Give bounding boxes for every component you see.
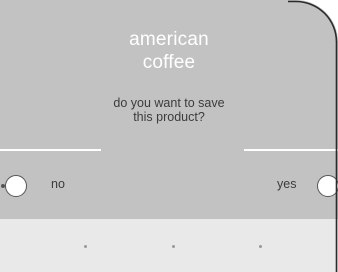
no-button[interactable]: no <box>0 172 110 200</box>
page-dot-icon[interactable] <box>259 245 262 248</box>
yes-button[interactable]: yes <box>228 172 338 200</box>
page-dot-icon[interactable] <box>84 245 87 248</box>
yes-knob-icon[interactable] <box>317 175 338 197</box>
no-knob-dot-icon <box>1 184 5 188</box>
no-knob-icon[interactable] <box>5 175 27 197</box>
divider-right <box>244 149 338 151</box>
save-question-line-1: do you want to save <box>113 96 225 110</box>
page-indicator-bar <box>0 219 338 272</box>
save-question-line-2: this product? <box>133 110 205 124</box>
dialog-panel: american coffee do you want to save this… <box>0 0 338 272</box>
product-title-line-1: american <box>129 29 209 50</box>
no-label: no <box>51 177 65 191</box>
product-title-line-2: coffee <box>142 52 196 73</box>
page-dot-icon[interactable] <box>172 245 175 248</box>
save-product-screen: american coffee do you want to save this… <box>0 0 338 272</box>
divider-left <box>0 149 101 151</box>
yes-label: yes <box>277 177 297 191</box>
